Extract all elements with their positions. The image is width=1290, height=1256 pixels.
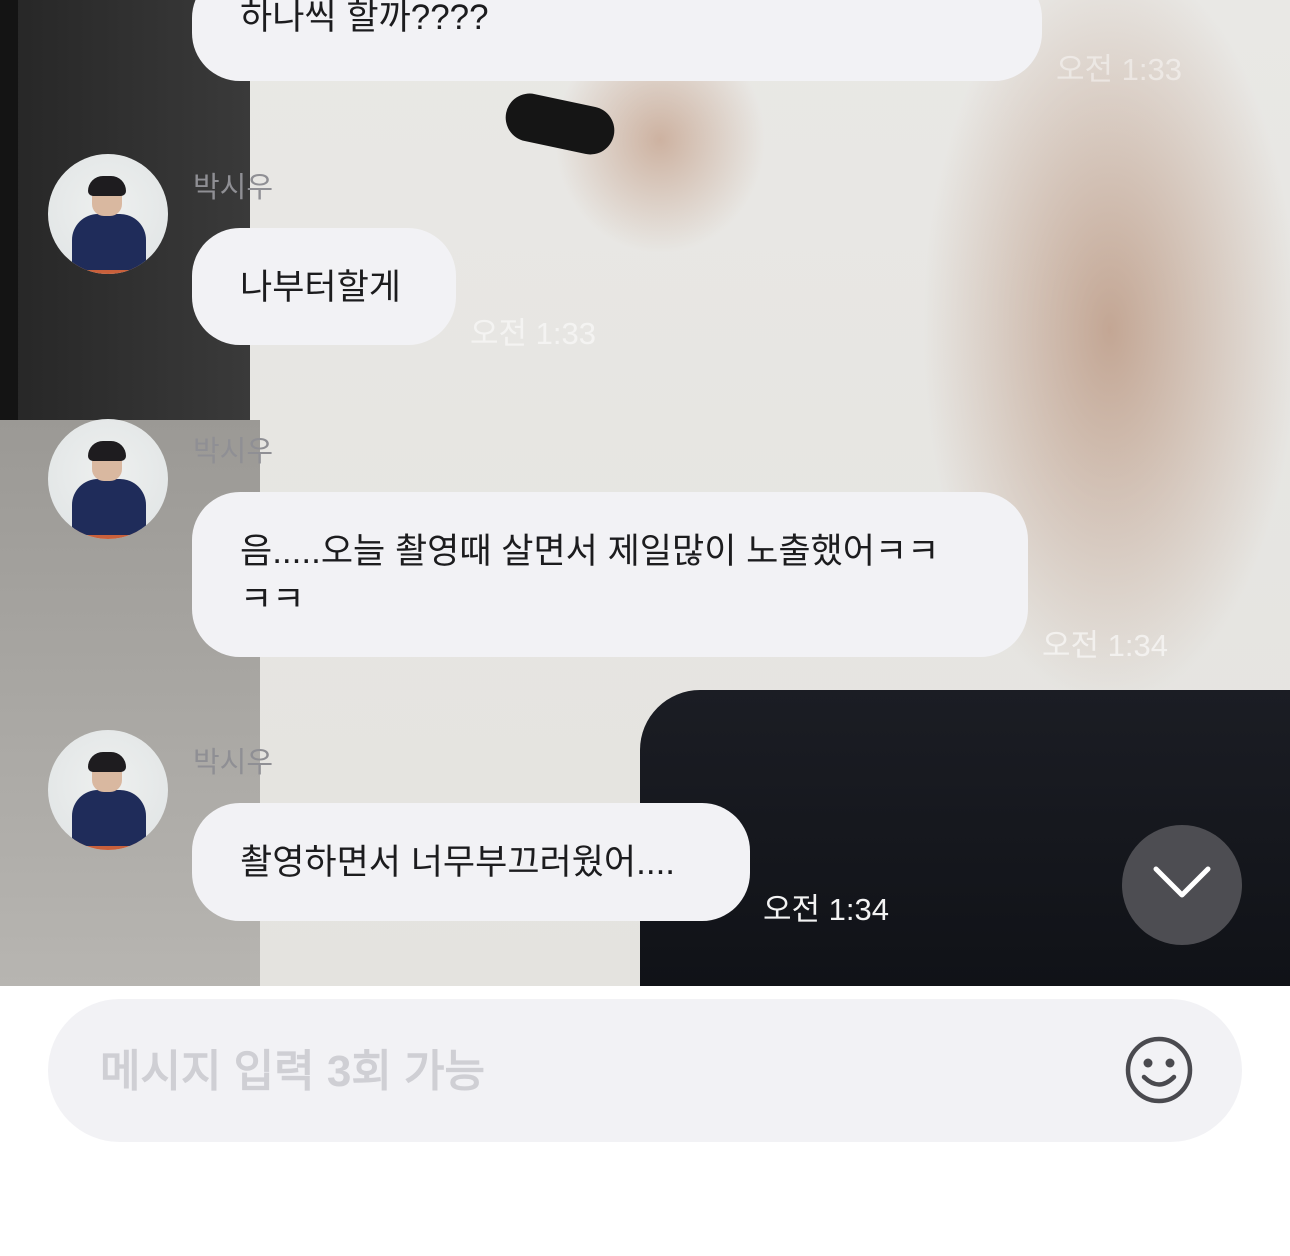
avatar-hair bbox=[88, 441, 126, 461]
chevron-down-icon bbox=[1153, 866, 1211, 898]
chat-area[interactable]: 하나씩 할까???? 오전 1:33 박시우 나부터할게 오전 1:33 박시우… bbox=[0, 0, 1290, 986]
avatar[interactable] bbox=[48, 154, 168, 274]
avatar-body bbox=[72, 479, 146, 535]
message-input[interactable] bbox=[98, 999, 1082, 1144]
avatar-body bbox=[72, 790, 146, 846]
background-phone bbox=[501, 89, 619, 159]
sender-name: 박시우 bbox=[193, 747, 274, 779]
message-time: 오전 1:34 bbox=[1042, 628, 1168, 663]
message-bubble[interactable]: 음.....오늘 촬영때 살면서 제일많이 노출했어ㅋㅋ ㅋㅋ bbox=[192, 492, 1028, 657]
avatar-hair bbox=[88, 176, 126, 196]
emoji-button[interactable] bbox=[1125, 1036, 1193, 1104]
message-input-bar bbox=[48, 999, 1242, 1144]
message-bubble[interactable]: 나부터할게 bbox=[192, 228, 456, 345]
background-photo-edge bbox=[0, 0, 18, 420]
message-time: 오전 1:34 bbox=[763, 892, 889, 927]
avatar-body bbox=[72, 214, 146, 270]
smiley-icon bbox=[1125, 1036, 1193, 1104]
sender-name: 박시우 bbox=[193, 436, 274, 468]
avatar-hair bbox=[88, 752, 126, 772]
avatar[interactable] bbox=[48, 730, 168, 850]
message-time: 오전 1:33 bbox=[1056, 52, 1182, 87]
sender-name: 박시우 bbox=[193, 172, 274, 204]
avatar[interactable] bbox=[48, 419, 168, 539]
message-time: 오전 1:33 bbox=[470, 316, 596, 351]
scroll-to-bottom-button[interactable] bbox=[1122, 825, 1242, 945]
message-bubble[interactable]: 촬영하면서 너무부끄러웠어.... bbox=[192, 803, 750, 921]
message-bubble[interactable]: 하나씩 할까???? bbox=[192, 0, 1042, 81]
